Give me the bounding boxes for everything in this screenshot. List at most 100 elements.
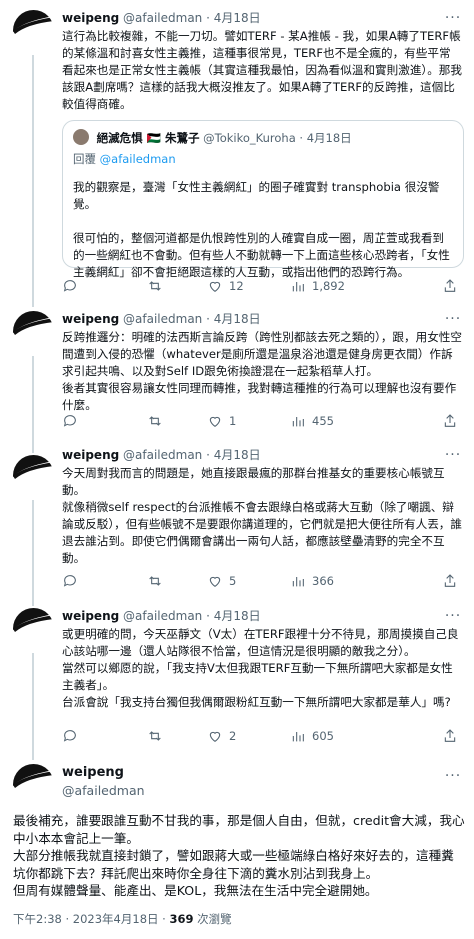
views-button[interactable]: 455 bbox=[290, 413, 334, 429]
tweet-text: 反跨推邏分：明確的法西斯言論反跨（跨性別都該去死之類的），跟，用女性空間遭到入侵… bbox=[62, 330, 462, 412]
retweet-button[interactable] bbox=[147, 278, 169, 294]
tweet-text: 今天周對我而言的問題是，她直接跟最瘋的那群台推基女的重要核心帳號互動。 就像稍微… bbox=[62, 466, 462, 565]
tweet-date[interactable]: 4月18日 bbox=[214, 609, 261, 623]
views-button[interactable]: 366 bbox=[290, 573, 334, 589]
quote-author-handle: @Tokiko_Kuroha bbox=[203, 131, 296, 145]
retweet-icon bbox=[149, 416, 161, 426]
tweet-header: weipeng @afailedman · 4月18日 bbox=[62, 609, 261, 623]
avatar[interactable] bbox=[13, 10, 54, 51]
tweet-4[interactable]: weipeng @afailedman · 4月18日 ··· 或更明確的問，今… bbox=[0, 600, 474, 760]
views-label: 次瀏覽 bbox=[197, 912, 232, 926]
tweet-timestamp-row: 下午2:38 · 2023年4月18日 · 369 次瀏覽 bbox=[13, 912, 232, 926]
retweet-button[interactable] bbox=[147, 728, 169, 744]
heart-icon bbox=[209, 576, 221, 587]
views-button[interactable]: 605 bbox=[290, 728, 334, 744]
tweet-date[interactable]: 4月18日 bbox=[214, 312, 261, 326]
author-handle[interactable]: @afailedman bbox=[123, 11, 202, 25]
avatar[interactable] bbox=[13, 311, 54, 352]
avatar[interactable] bbox=[13, 608, 54, 649]
quoted-tweet[interactable]: 絕滅危惧 🇵🇸 朱鷺子 @Tokiko_Kuroha · 4月18日 回覆 @a… bbox=[62, 120, 464, 279]
thread-connector bbox=[32, 356, 34, 453]
main-tweet-header: weipeng @afailedman bbox=[62, 764, 145, 800]
avatar[interactable] bbox=[13, 455, 54, 496]
author-handle[interactable]: @afailedman bbox=[123, 448, 202, 462]
heart-icon bbox=[209, 731, 221, 742]
reply-button[interactable] bbox=[62, 413, 84, 429]
more-options-icon[interactable]: ··· bbox=[444, 11, 462, 28]
action-bar: 12 1,892 bbox=[62, 278, 462, 296]
author-name[interactable]: weipeng bbox=[62, 11, 119, 25]
tweet-text: 這行為比較複雜，不能一刀切。譬如TERF - 某A推帳 - 我，如果A轉了TER… bbox=[62, 29, 462, 111]
more-options-icon[interactable]: ··· bbox=[444, 312, 462, 329]
tweet-header: weipeng @afailedman · 4月18日 bbox=[62, 11, 261, 25]
share-icon bbox=[444, 414, 456, 427]
tweet-3[interactable]: weipeng @afailedman · 4月18日 ··· 今天周對我而言的… bbox=[0, 445, 474, 606]
action-bar: 1 455 bbox=[62, 413, 462, 431]
like-count: 1 bbox=[229, 414, 237, 428]
tweet-1[interactable]: weipeng @afailedman · 4月18日 ··· 這行為比較複雜，… bbox=[0, 0, 474, 307]
views-icon bbox=[292, 417, 304, 427]
quote-header: 絕滅危惧 🇵🇸 朱鷺子 @Tokiko_Kuroha · 4月18日 bbox=[73, 129, 352, 146]
author-name[interactable]: weipeng bbox=[62, 312, 119, 326]
tweet-text: 或更明確的問，今天巫靜文（V太）在TERF跟裡十分不待見，那周摸摸自己良心該站哪… bbox=[62, 627, 459, 709]
like-button[interactable]: 2 bbox=[207, 728, 236, 744]
share-button[interactable] bbox=[442, 728, 458, 744]
view-count: 366 bbox=[312, 574, 334, 588]
tweet-2[interactable]: weipeng @afailedman · 4月18日 ··· 反跨推邏分：明確… bbox=[0, 305, 474, 453]
retweet-button[interactable] bbox=[147, 413, 169, 429]
author-handle[interactable]: @afailedman bbox=[62, 782, 145, 800]
quote-avatar bbox=[73, 129, 89, 145]
view-count: 1,892 bbox=[312, 279, 345, 293]
like-button[interactable]: 5 bbox=[207, 573, 236, 589]
views-button[interactable]: 1,892 bbox=[290, 278, 345, 294]
author-name[interactable]: weipeng bbox=[62, 609, 119, 623]
more-options-icon[interactable]: ··· bbox=[444, 448, 462, 465]
quote-author-name: 絕滅危惧 🇵🇸 朱鷺子 bbox=[96, 131, 200, 145]
like-count: 12 bbox=[229, 279, 244, 293]
views-count: 369 bbox=[169, 912, 194, 926]
retweet-button[interactable] bbox=[147, 573, 169, 589]
action-bar: 5 366 bbox=[62, 573, 462, 591]
share-button[interactable] bbox=[442, 573, 458, 589]
views-icon bbox=[292, 732, 304, 742]
tweet-date[interactable]: 4月18日 bbox=[214, 448, 261, 462]
like-button[interactable]: 12 bbox=[207, 278, 244, 294]
share-button[interactable] bbox=[442, 413, 458, 429]
tweet-timestamp[interactable]: 下午2:38 · 2023年4月18日 bbox=[13, 912, 159, 926]
quote-date: 4月18日 bbox=[306, 131, 352, 145]
avatar[interactable] bbox=[13, 764, 54, 805]
author-handle[interactable]: @afailedman bbox=[123, 609, 202, 623]
retweet-icon bbox=[149, 281, 161, 291]
share-icon bbox=[444, 729, 456, 742]
author-handle[interactable]: @afailedman bbox=[123, 312, 202, 326]
like-button[interactable]: 1 bbox=[207, 413, 236, 429]
thread-connector bbox=[32, 653, 34, 760]
reply-button[interactable] bbox=[62, 728, 84, 744]
author-name[interactable]: weipeng bbox=[62, 448, 119, 462]
tweet-date[interactable]: 4月18日 bbox=[214, 11, 261, 25]
heart-icon bbox=[209, 281, 221, 292]
reply-icon bbox=[63, 575, 76, 587]
tweet-header: weipeng @afailedman · 4月18日 bbox=[62, 448, 261, 462]
quote-reply-prefix: 回覆 bbox=[73, 152, 96, 166]
share-icon bbox=[444, 279, 456, 292]
reply-button[interactable] bbox=[62, 278, 84, 294]
more-options-icon[interactable]: ··· bbox=[444, 609, 462, 626]
share-button[interactable] bbox=[442, 278, 458, 294]
more-options-icon[interactable]: ··· bbox=[444, 769, 462, 786]
action-bar: 2 605 bbox=[62, 728, 462, 746]
heart-icon bbox=[209, 416, 221, 427]
view-count: 455 bbox=[312, 414, 334, 428]
thread-connector bbox=[32, 55, 34, 307]
retweet-icon bbox=[149, 731, 161, 741]
retweet-icon bbox=[149, 576, 161, 586]
tweet-header: weipeng @afailedman · 4月18日 bbox=[62, 312, 261, 326]
quote-reply-to[interactable]: @afailedman bbox=[100, 152, 176, 166]
view-count: 605 bbox=[312, 729, 334, 743]
author-name[interactable]: weipeng bbox=[62, 764, 145, 782]
reply-icon bbox=[63, 415, 76, 427]
main-tweet: weipeng @afailedman ··· 最後補充，誰要跟誰互動不甘我的事… bbox=[0, 760, 474, 939]
reply-button[interactable] bbox=[62, 573, 84, 589]
thread: weipeng @afailedman · 4月18日 ··· 這行為比較複雜，… bbox=[0, 0, 474, 939]
share-icon bbox=[444, 574, 456, 587]
